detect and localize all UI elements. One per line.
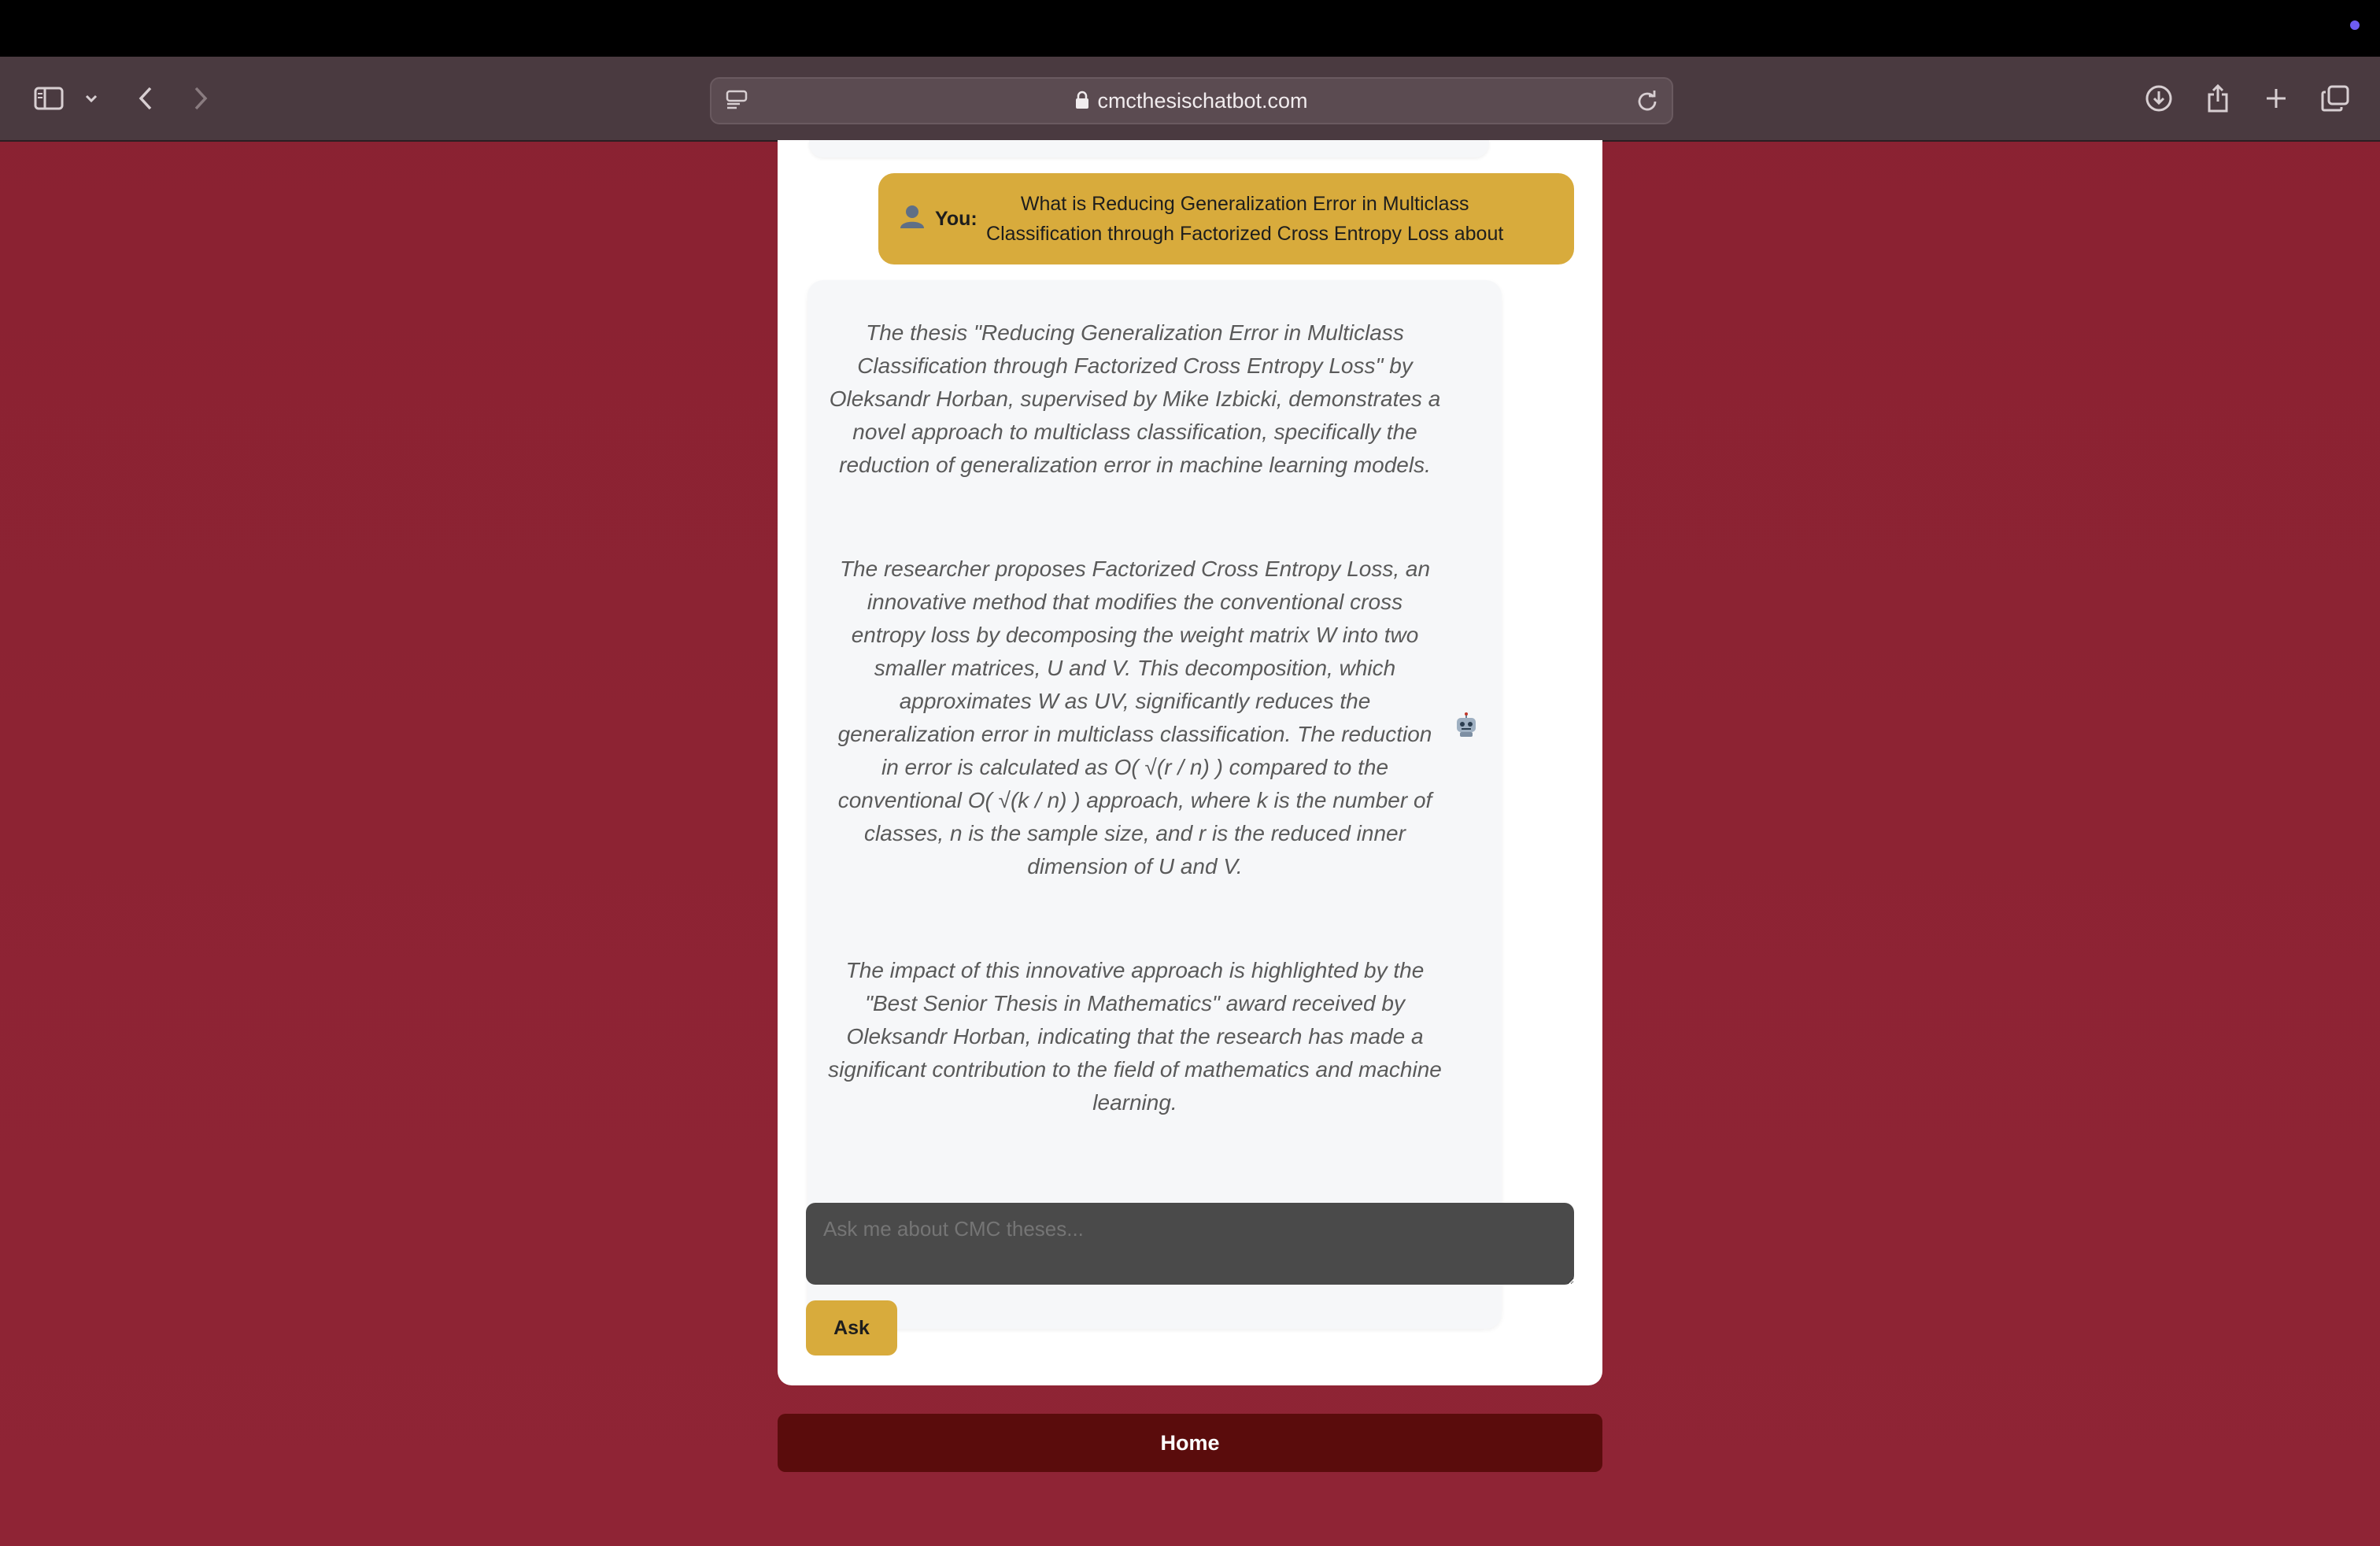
system-menu-bar bbox=[0, 0, 2380, 57]
previous-message-bubble bbox=[809, 140, 1489, 157]
user-label: You: bbox=[935, 207, 978, 230]
tabs-overview-icon[interactable] bbox=[2317, 80, 2353, 117]
status-dot-icon bbox=[2350, 20, 2360, 30]
bot-paragraph: The researcher proposes Factorized Cross… bbox=[837, 557, 1432, 878]
download-icon[interactable] bbox=[2141, 80, 2177, 117]
url-text: cmcthesischatbot.com bbox=[1097, 89, 1308, 113]
robot-icon bbox=[1453, 712, 1480, 742]
user-message-text: What is Reducing Generalization Error in… bbox=[986, 193, 1504, 245]
browser-toolbar: cmcthesischatbot.com bbox=[0, 57, 2380, 142]
sidebar-icon[interactable] bbox=[31, 80, 66, 117]
chevron-down-icon[interactable] bbox=[82, 80, 101, 117]
forward-icon[interactable] bbox=[189, 80, 213, 117]
ask-button[interactable]: Ask bbox=[806, 1300, 897, 1356]
share-icon[interactable] bbox=[2201, 80, 2235, 117]
bot-message-bubble: The thesis "Reducing Generalization Erro… bbox=[808, 280, 1502, 1329]
user-message-bubble: You: What is Reducing Generalization Err… bbox=[878, 173, 1574, 264]
address-bar[interactable]: cmcthesischatbot.com bbox=[710, 77, 1673, 124]
bot-paragraph: The impact of this innovative approach i… bbox=[828, 958, 1442, 1115]
reload-icon[interactable] bbox=[1634, 82, 1661, 118]
lock-icon bbox=[1075, 80, 1089, 124]
home-button[interactable]: Home bbox=[778, 1414, 1602, 1472]
new-tab-icon[interactable] bbox=[2259, 80, 2293, 117]
chat-card: You: What is Reducing Generalization Err… bbox=[778, 140, 1602, 1385]
back-icon[interactable] bbox=[134, 80, 157, 117]
bot-paragraph: The thesis "Reducing Generalization Erro… bbox=[829, 320, 1441, 477]
user-icon bbox=[899, 204, 926, 235]
question-input[interactable] bbox=[806, 1203, 1574, 1285]
bot-message-text: The thesis "Reducing Generalization Erro… bbox=[828, 316, 1442, 1190]
